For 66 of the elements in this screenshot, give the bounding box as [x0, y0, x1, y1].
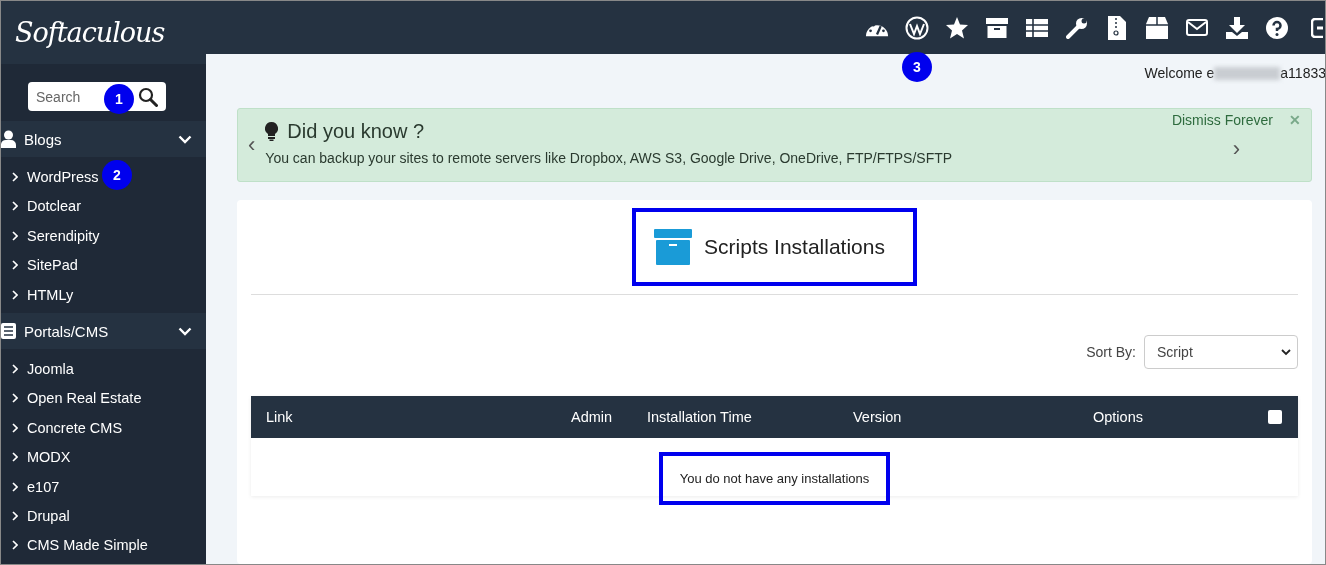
select-all-checkbox[interactable] [1268, 410, 1282, 424]
chevron-icon [12, 260, 18, 271]
tip-title: Did you know ? [287, 120, 425, 143]
chevron-icon [12, 510, 18, 521]
next-button[interactable]: › [1232, 128, 1241, 162]
wrench-icon[interactable] [1066, 16, 1088, 39]
chevron-icon [12, 452, 18, 463]
script-link[interactable]: CMS Made Simple [27, 537, 148, 554]
logout-icon[interactable] [1311, 17, 1323, 38]
script-link[interactable]: MODX [27, 449, 71, 466]
column-header: Admin [571, 409, 613, 425]
list-icon [1, 323, 16, 340]
mail-icon[interactable] [1186, 19, 1208, 36]
sort-label: Sort By: [1086, 344, 1136, 360]
lightbulb-icon [265, 122, 279, 141]
previous-button[interactable]: ‹ [238, 132, 262, 158]
table-list-icon[interactable] [1026, 18, 1048, 37]
column-header: Version [853, 409, 902, 425]
script-link[interactable]: HTMLy [27, 286, 74, 303]
column-header: Installation Time [647, 409, 752, 425]
chevron-icon [12, 289, 18, 300]
welcome-text: Welcome e [1144, 65, 1215, 81]
sort-dropdown[interactable]: Script [1144, 335, 1298, 369]
script-link[interactable]: Open Real Estate [27, 390, 142, 407]
chevron-icon [12, 393, 18, 404]
download-icon[interactable] [1226, 16, 1248, 39]
callout-badge: 2 [102, 160, 132, 191]
callout-badge: 3 [902, 51, 932, 82]
help-icon[interactable] [1266, 16, 1288, 39]
username-text: a11833 [1280, 65, 1325, 81]
blurred-username [1214, 66, 1281, 80]
dismiss-link[interactable]: Dismiss Forever [1171, 112, 1273, 128]
column-header: Options [1093, 409, 1143, 425]
user-icon [1, 130, 16, 149]
script-link[interactable]: Drupal [27, 507, 70, 524]
star-icon[interactable] [945, 16, 969, 39]
archive-box-icon [654, 229, 693, 265]
script-link[interactable]: Serendipity [27, 227, 100, 244]
category-header[interactable]: Blogs [1, 121, 206, 158]
chevron-icon [12, 172, 18, 183]
chevron-icon [12, 201, 18, 212]
script-link[interactable]: Joomla [27, 360, 74, 377]
wordpress-icon[interactable] [905, 15, 929, 40]
callout-badge: 1 [104, 83, 134, 114]
column-header: Link [266, 409, 293, 425]
category-header[interactable]: Portals/CMS [1, 313, 206, 350]
script-link[interactable]: Dotclear [27, 198, 81, 215]
search-icon[interactable] [138, 86, 158, 107]
chevron-icon [12, 230, 18, 241]
script-link[interactable]: Concrete CMS [27, 419, 123, 436]
zip-file-icon[interactable] [1108, 15, 1126, 40]
script-link[interactable]: e107 [27, 478, 60, 495]
script-link[interactable]: SitePad [27, 257, 78, 274]
tip-text: You can backup your sites to remote servers like Dropbox, AWS S3, Google Drive, OneDrive, FTP/FTPS/SFTP [265, 150, 954, 166]
chevron-icon [12, 540, 18, 551]
panel-title: Scripts Installations [704, 235, 885, 259]
search-bar[interactable]: Search 1 [28, 81, 166, 112]
archive-box-icon[interactable] [986, 17, 1008, 38]
chevron-icon [12, 481, 18, 492]
chevron-icon [12, 422, 18, 433]
script-link[interactable]: WordPress [27, 169, 99, 186]
empty-message: You do not have any installations [658, 452, 891, 505]
logo: Softaculous [1, 1, 206, 64]
chevron-icon [12, 363, 18, 374]
package-box-icon[interactable] [1146, 16, 1168, 39]
caret-icon [1281, 348, 1291, 356]
